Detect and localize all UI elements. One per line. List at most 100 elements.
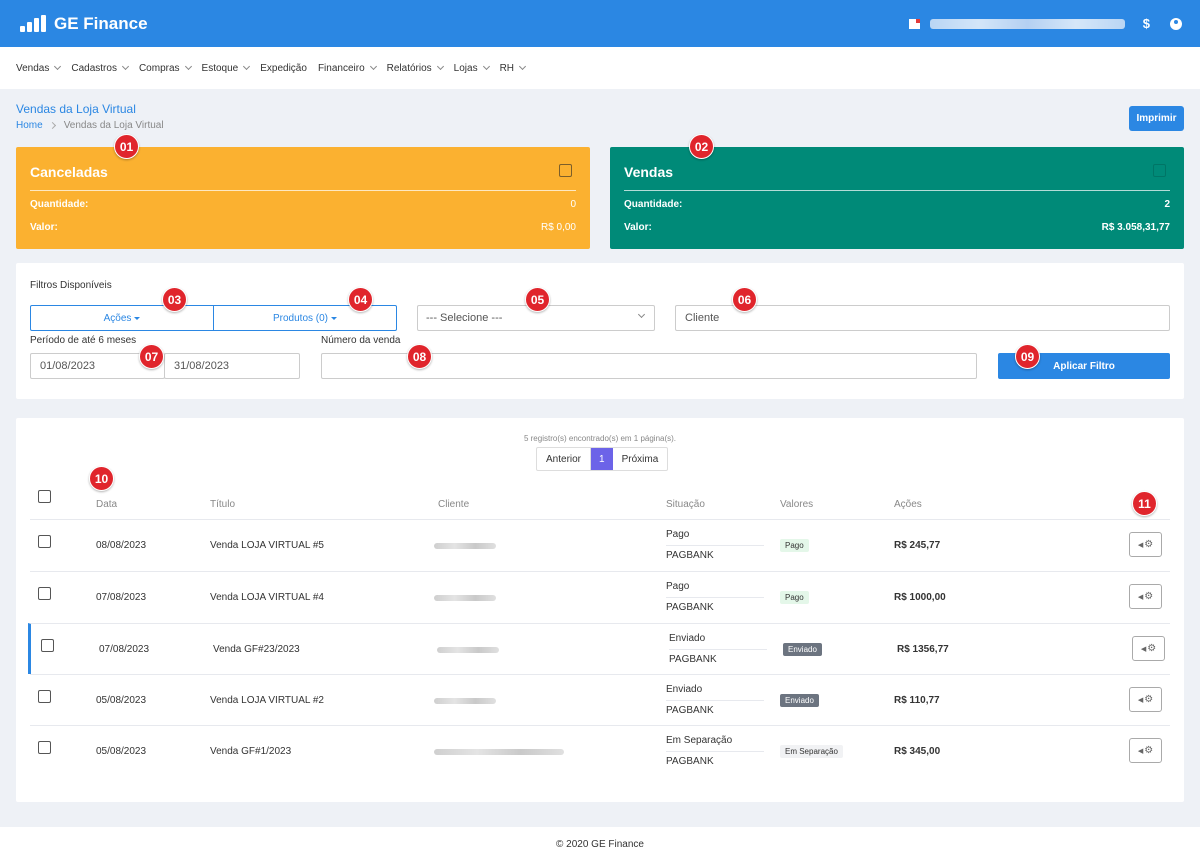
chevron-down-icon [369, 62, 377, 71]
row-status: Pago [666, 581, 690, 592]
vendas-value-label: Valor: [624, 222, 652, 233]
marker-03: 03 [162, 287, 187, 312]
canceladas-checkbox[interactable] [559, 164, 572, 177]
produtos-dropdown[interactable]: Produtos (0) [213, 306, 396, 330]
row-date: 08/08/2023 [96, 540, 147, 551]
table-row[interactable]: 08/08/2023 Venda LOJA VIRTUAL #5 Pago PAGBA… [30, 519, 1170, 570]
divider [666, 545, 764, 546]
row-checkbox[interactable] [38, 587, 51, 600]
periodo-label: Período de até 6 meses [30, 335, 137, 346]
row-title: Venda LOJA VIRTUAL #5 [210, 540, 324, 551]
row-checkbox[interactable] [41, 639, 54, 652]
nav-item-expedi-o[interactable]: Expedição [260, 63, 307, 74]
table-row[interactable]: 07/08/2023 Venda GF#23/2023 Enviado PAGBANK… [28, 623, 1170, 674]
row-client-redacted [434, 595, 496, 601]
canceladas-qty: 0 [570, 199, 576, 210]
row-checkbox[interactable] [38, 690, 51, 703]
table-row[interactable]: 07/08/2023 Venda LOJA VIRTUAL #4 Pago PAGBA… [30, 571, 1170, 622]
row-gateway: PAGBANK [666, 550, 714, 561]
row-actions-button[interactable]: ◀ ⚙ [1129, 687, 1162, 712]
dollar-icon[interactable]: $ [1143, 16, 1150, 31]
vendas-qty: 2 [1164, 199, 1170, 210]
status-badge: Enviado [780, 694, 819, 707]
caret-down-icon [331, 316, 338, 320]
nav-item-lojas[interactable]: Lojas [453, 62, 490, 74]
pagination: Anterior 1 Próxima [536, 447, 669, 471]
user-icon[interactable] [1170, 17, 1182, 30]
main-nav: Vendas Cadastros Compras Estoque Expedição Fi… [0, 47, 1200, 89]
divider [624, 190, 1170, 191]
row-gateway: PAGBANK [666, 705, 714, 716]
acoes-dropdown[interactable]: Ações [31, 306, 213, 330]
nav-item-rh[interactable]: RH [500, 63, 527, 74]
flag-icon[interactable] [908, 18, 920, 29]
nav-item-estoque[interactable]: Estoque [202, 62, 251, 74]
divider [666, 700, 764, 701]
canceladas-card: Canceladas Quantidade: 0 Valor: R$ 0,00 [16, 147, 590, 249]
row-value: R$ 1356,77 [897, 644, 949, 655]
breadcrumb: Home Vendas da Loja Virtual [16, 120, 164, 131]
marker-08: 08 [407, 344, 432, 369]
vendas-qty-label: Quantidade: [624, 199, 683, 210]
row-title: Venda GF#1/2023 [210, 746, 292, 757]
row-client-redacted [434, 749, 564, 755]
caret-left-icon: ◀ [1137, 541, 1144, 549]
user-email-redacted[interactable] [929, 18, 1125, 29]
produtos-label: Produtos (0) [272, 312, 329, 324]
app-title: GE Finance [54, 13, 148, 33]
pager-prev[interactable]: Anterior [537, 448, 592, 470]
logo[interactable]: GE Finance [20, 14, 148, 34]
row-gateway: PAGBANK [666, 602, 714, 613]
canceladas-value-label: Valor: [30, 222, 58, 233]
row-status: Enviado [666, 684, 703, 695]
row-checkbox[interactable] [38, 741, 51, 754]
nav-item-compras[interactable]: Compras [138, 62, 192, 74]
canceladas-title: Canceladas [30, 164, 108, 180]
row-title: Venda GF#23/2023 [213, 644, 300, 655]
nav-item-vendas[interactable]: Vendas [16, 62, 62, 74]
divider [30, 190, 576, 191]
table-row[interactable]: 05/08/2023 Venda LOJA VIRTUAL #2 Enviado PA… [30, 674, 1170, 725]
chevron-down-icon [243, 62, 251, 71]
pager-next[interactable]: Próxima [613, 448, 668, 470]
print-button[interactable]: Imprimir [1129, 106, 1184, 131]
status-badge: Em Separação [780, 745, 843, 758]
row-gateway: PAGBANK [666, 756, 714, 767]
row-checkbox[interactable] [38, 535, 51, 548]
gear-icon: ⚙ [1144, 745, 1154, 756]
marker-04: 04 [348, 287, 373, 312]
date-end-input[interactable]: 31/08/2023 [164, 353, 300, 379]
row-title: Venda LOJA VIRTUAL #2 [210, 695, 324, 706]
divider [666, 751, 764, 752]
nav-item-label: Lojas [453, 62, 478, 74]
row-actions-button[interactable]: ◀ ⚙ [1129, 738, 1162, 763]
row-date: 05/08/2023 [96, 695, 147, 706]
nav-item-label: Compras [138, 62, 180, 74]
breadcrumb-home[interactable]: Home [16, 120, 43, 131]
select-all-checkbox[interactable] [38, 490, 51, 503]
nav-item-cadastros[interactable]: Cadastros [71, 62, 129, 74]
marker-10: 10 [89, 466, 114, 491]
table-row[interactable]: 05/08/2023 Venda GF#1/2023 Em Separação PAG… [30, 725, 1170, 776]
row-status: Em Separação [666, 735, 733, 746]
pager-current[interactable]: 1 [591, 448, 613, 470]
filters-title: Filtros Disponíveis [30, 280, 112, 291]
row-client-redacted [434, 698, 496, 704]
row-actions-button[interactable]: ◀ ⚙ [1129, 532, 1162, 557]
vendas-card: Vendas Quantidade: 2 Valor: R$ 3.058,31,… [610, 147, 1184, 249]
marker-07: 07 [139, 344, 164, 369]
nav-item-relat-rios[interactable]: Relatórios [387, 62, 444, 74]
row-actions-button[interactable]: ◀ ⚙ [1129, 584, 1162, 609]
chevron-down-icon [184, 62, 192, 71]
date-end-value: 31/08/2023 [174, 360, 230, 372]
status-badge: Pago [780, 539, 809, 552]
row-actions-button[interactable]: ◀ ⚙ [1132, 636, 1165, 661]
chevron-down-icon [121, 62, 129, 71]
chevron-right-icon [48, 121, 56, 130]
caret-left-icon: ◀ [1137, 593, 1144, 601]
chevron-down-icon [54, 62, 62, 71]
vendas-checkbox[interactable] [1153, 164, 1166, 177]
nav-item-financeiro[interactable]: Financeiro [318, 62, 377, 74]
nav-item-label: Vendas [16, 62, 50, 74]
chevron-down-icon [436, 62, 444, 71]
